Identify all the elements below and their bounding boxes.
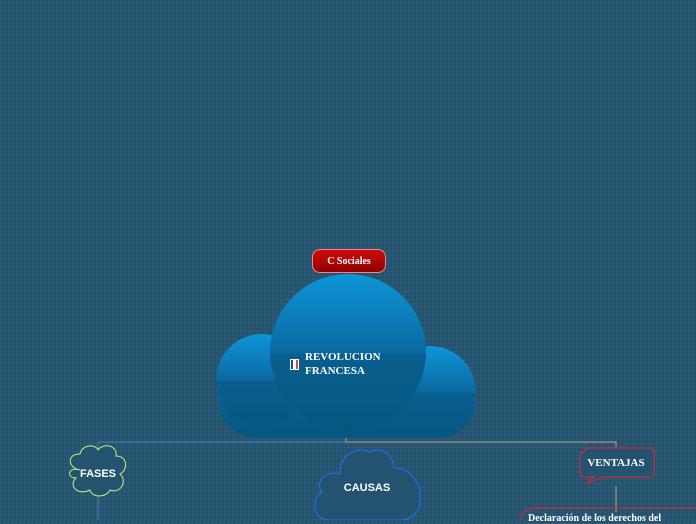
mind-map-canvas: C Sociales REVOLUCION FRANCESA FASES CAU…: [0, 0, 696, 524]
france-flag-icon: [290, 358, 299, 370]
causas-node[interactable]: CAUSAS: [336, 478, 398, 498]
connector-ventajas: [345, 438, 617, 448]
cut-off-node-text: Declaración de los derechos del: [528, 513, 662, 524]
fases-label: FASES: [79, 468, 117, 480]
cut-off-node[interactable]: Declaración de los derechos del: [528, 513, 696, 524]
main-topic[interactable]: REVOLUCION FRANCESA: [290, 350, 410, 378]
ventajas-node[interactable]: VENTAJAS: [580, 453, 652, 473]
connector-fases: [97, 438, 347, 452]
c-sociales-badge[interactable]: C Sociales: [312, 249, 386, 273]
ventajas-label: VENTAJAS: [587, 457, 645, 469]
main-topic-line1: REVOLUCION: [305, 351, 381, 363]
badge-label: C Sociales: [327, 255, 371, 267]
fases-node[interactable]: FASES: [72, 464, 124, 484]
main-topic-line2: FRANCESA: [305, 365, 365, 377]
causas-label: CAUSAS: [343, 482, 391, 494]
main-topic-title: REVOLUCION FRANCESA: [305, 350, 381, 378]
